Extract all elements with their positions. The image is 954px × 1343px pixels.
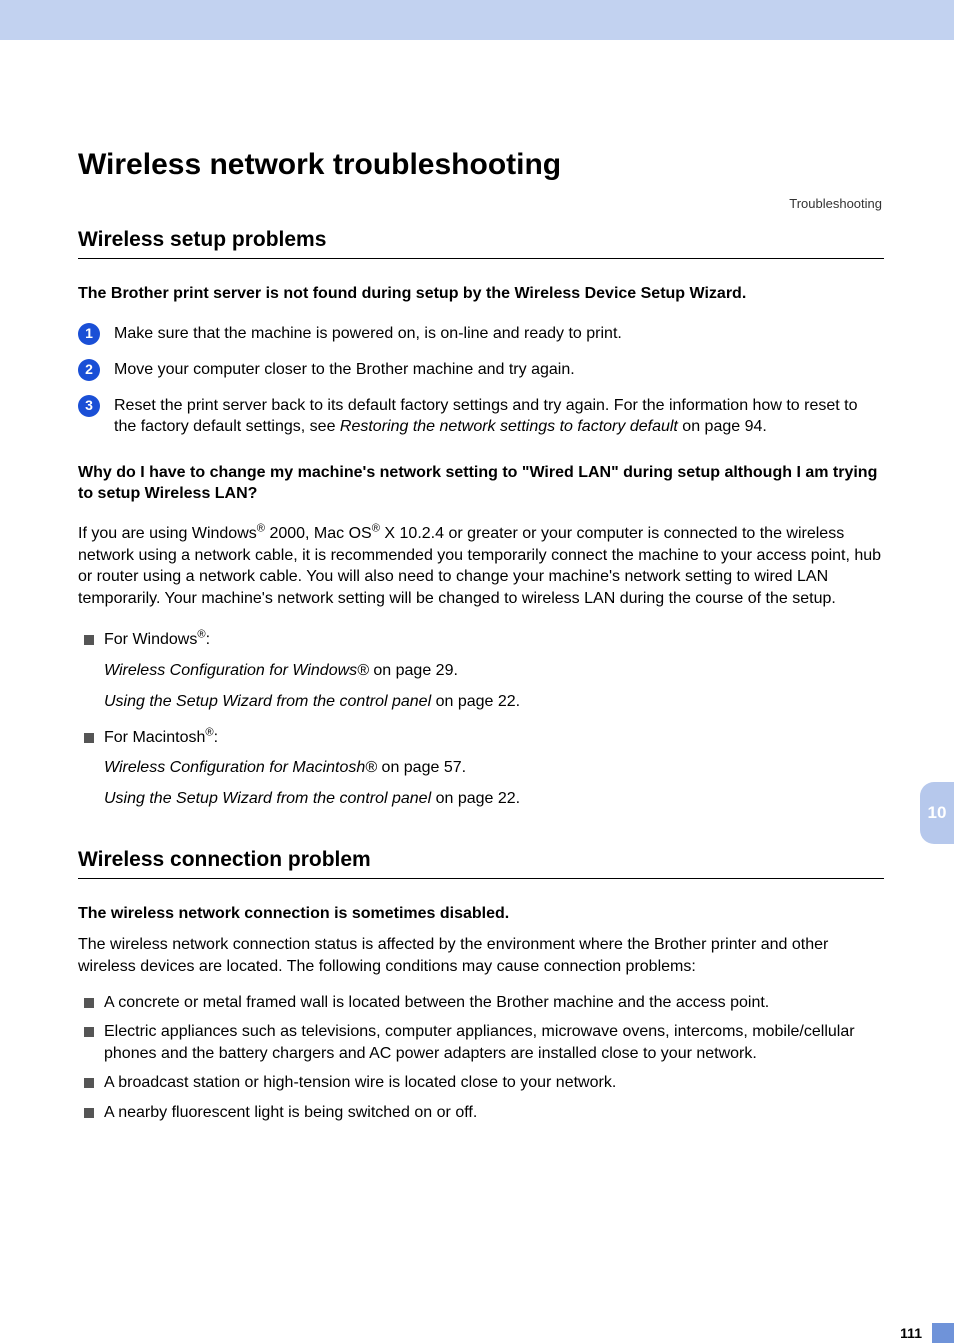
text-part: on page 57. <box>377 759 466 776</box>
list-item: A broadcast station or high-tension wire… <box>78 1072 884 1094</box>
step-item: 2 Move your computer closer to the Broth… <box>78 359 884 381</box>
square-bullet-icon <box>84 1078 94 1088</box>
top-bar <box>0 0 954 40</box>
section-heading-setup: Wireless setup problems <box>78 228 884 252</box>
square-bullet-icon <box>84 998 94 1008</box>
text-part: 2000, Mac OS <box>265 525 372 542</box>
conditions-list: A concrete or metal framed wall is locat… <box>78 992 884 1124</box>
list-item-text: A broadcast station or high-tension wire… <box>104 1072 616 1094</box>
square-bullet-icon <box>84 635 94 645</box>
list-item: A nearby fluorescent light is being swit… <box>78 1102 884 1124</box>
cross-ref-link[interactable]: Wireless Configuration for Windows® <box>104 662 369 679</box>
registered-mark: ® <box>257 523 265 535</box>
page-footer: 111 <box>900 1323 954 1343</box>
step-badge-icon: 3 <box>78 395 100 417</box>
list-item: Electric appliances such as televisions,… <box>78 1021 884 1064</box>
page-number: 111 <box>900 1325 922 1341</box>
cross-ref-link[interactable]: Using the Setup Wizard from the control … <box>104 790 431 807</box>
step-badge-icon: 1 <box>78 323 100 345</box>
page-content: Troubleshooting Wireless network trouble… <box>0 148 954 1123</box>
step-text: Move your computer closer to the Brother… <box>114 359 884 381</box>
cross-ref-link[interactable]: Restoring the network settings to factor… <box>340 418 678 435</box>
paragraph: The wireless network connection status i… <box>78 934 884 977</box>
step-text-part: on page 94. <box>678 418 767 435</box>
sub-line: Wireless Configuration for Windows® on p… <box>104 659 884 684</box>
list-item-text: A concrete or metal framed wall is locat… <box>104 992 769 1014</box>
text-part: : <box>214 729 218 746</box>
list-item-text: A nearby fluorescent light is being swit… <box>104 1102 477 1124</box>
registered-mark: ® <box>372 523 380 535</box>
text-part: on page 29. <box>369 662 458 679</box>
step-item: 1 Make sure that the machine is powered … <box>78 323 884 345</box>
issue-heading-c: The wireless network connection is somet… <box>78 903 884 925</box>
square-bullet-icon <box>84 733 94 743</box>
step-text: Make sure that the machine is powered on… <box>114 323 884 345</box>
sub-line: Using the Setup Wizard from the control … <box>104 787 884 812</box>
text-part: on page 22. <box>431 693 520 710</box>
cross-ref-link[interactable]: Using the Setup Wizard from the control … <box>104 693 431 710</box>
step-item: 3 Reset the print server back to its def… <box>78 395 884 438</box>
section-rule <box>78 878 884 879</box>
chapter-tab[interactable]: 10 <box>920 782 954 844</box>
step-badge-icon: 2 <box>78 359 100 381</box>
issue-heading-b: Why do I have to change my machine's net… <box>78 462 884 505</box>
list-item-text: Electric appliances such as televisions,… <box>104 1021 884 1064</box>
text-part: : <box>206 631 210 648</box>
issue-heading-a: The Brother print server is not found du… <box>78 283 884 305</box>
square-bullet-icon <box>84 1027 94 1037</box>
text-part: on page 22. <box>431 790 520 807</box>
section-rule <box>78 258 884 259</box>
section-heading-connection: Wireless connection problem <box>78 848 884 872</box>
registered-mark: ® <box>205 726 213 738</box>
text-part: If you are using Windows <box>78 525 257 542</box>
list-item: A concrete or metal framed wall is locat… <box>78 992 884 1014</box>
text-part: For Macintosh <box>104 729 205 746</box>
paragraph: If you are using Windows® 2000, Mac OS® … <box>78 523 884 609</box>
sub-line: Wireless Configuration for Macintosh® on… <box>104 756 884 781</box>
running-header: Troubleshooting <box>789 196 882 211</box>
step-text: Reset the print server back to its defau… <box>114 395 884 438</box>
square-bullet-icon <box>84 1108 94 1118</box>
sub-line: Using the Setup Wizard from the control … <box>104 690 884 715</box>
footer-tab-icon <box>932 1323 954 1343</box>
list-item-label: For Windows®: <box>104 629 884 651</box>
page-title: Wireless network troubleshooting <box>78 148 884 182</box>
list-item: For Macintosh®: Wireless Configuration f… <box>78 727 884 814</box>
cross-ref-link[interactable]: Wireless Configuration for Macintosh® <box>104 759 377 776</box>
platform-list: For Windows®: Wireless Configuration for… <box>78 629 884 813</box>
list-item: For Windows®: Wireless Configuration for… <box>78 629 884 716</box>
list-item-label: For Macintosh®: <box>104 727 884 749</box>
text-part: For Windows <box>104 631 197 648</box>
numbered-steps: 1 Make sure that the machine is powered … <box>78 323 884 438</box>
registered-mark: ® <box>197 629 205 641</box>
